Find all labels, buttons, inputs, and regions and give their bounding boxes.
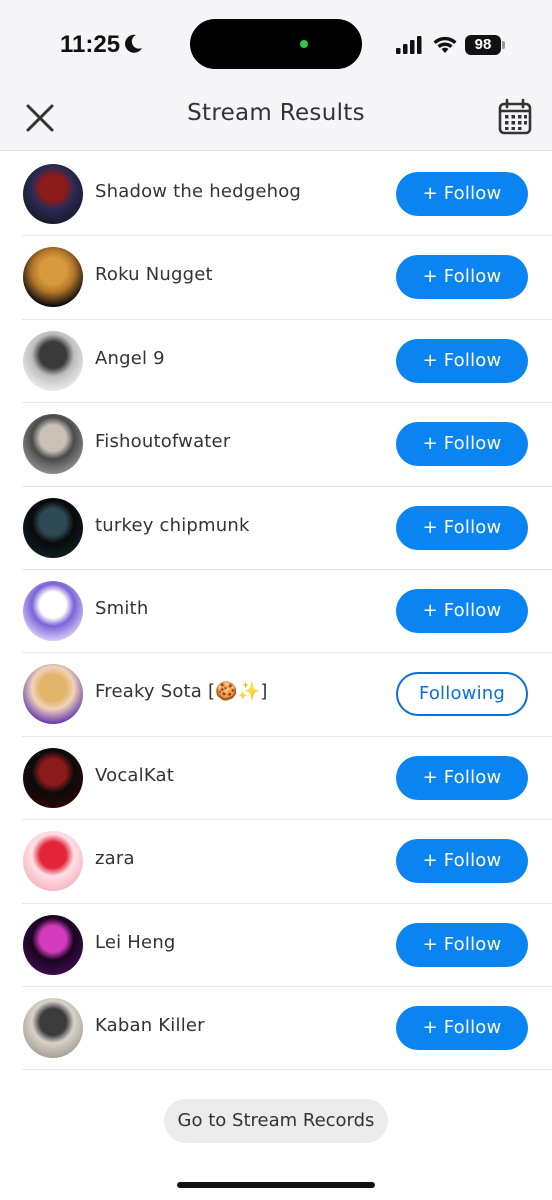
user-row[interactable]: VocalKat + Follow: [22, 737, 552, 821]
user-row[interactable]: Fishoutofwater + Follow: [22, 403, 552, 487]
follow-button[interactable]: + Follow: [396, 755, 528, 800]
user-name[interactable]: Smith: [95, 598, 148, 619]
user-name[interactable]: zara: [95, 848, 135, 869]
user-row[interactable]: Shadow the hedgehog + Follow: [22, 153, 552, 237]
dynamic-island: [190, 19, 362, 69]
avatar[interactable]: [23, 414, 83, 475]
page-title: Stream Results: [187, 100, 365, 126]
follow-button[interactable]: + Follow: [396, 505, 528, 550]
user-row[interactable]: Roku Nugget + Follow: [22, 236, 552, 320]
user-name[interactable]: Angel 9: [95, 348, 165, 369]
user-name[interactable]: Lei Heng: [95, 932, 176, 953]
go-to-stream-records-button[interactable]: Go to Stream Records: [164, 1099, 388, 1143]
wifi-icon: [433, 36, 457, 53]
home-indicator: [177, 1182, 375, 1188]
avatar[interactable]: [23, 831, 83, 892]
user-name[interactable]: Shadow the hedgehog: [95, 181, 301, 202]
avatar[interactable]: [23, 164, 83, 224]
user-row[interactable]: Kaban Killer + Follow: [22, 987, 552, 1071]
user-row[interactable]: turkey chipmunk + Follow: [22, 487, 552, 570]
follow-button[interactable]: + Follow: [396, 172, 528, 216]
moon-icon: [125, 34, 142, 53]
follow-button[interactable]: + Follow: [396, 839, 528, 884]
avatar[interactable]: [23, 664, 83, 725]
avatar[interactable]: [23, 330, 83, 391]
follow-button[interactable]: + Follow: [396, 922, 528, 967]
avatar[interactable]: [23, 914, 83, 975]
user-row[interactable]: zara + Follow: [22, 820, 552, 904]
user-name[interactable]: Freaky Sota [🍪✨]: [95, 681, 268, 702]
user-row[interactable]: Lei Heng + Follow: [22, 904, 552, 987]
user-list: Shadow the hedgehog + Follow Roku Nugget + …: [0, 153, 552, 1071]
status-time: 11:25: [60, 31, 121, 58]
user-name[interactable]: turkey chipmunk: [95, 515, 250, 536]
follow-button[interactable]: + Follow: [396, 422, 528, 467]
user-name[interactable]: Roku Nugget: [95, 264, 213, 285]
avatar[interactable]: [23, 247, 83, 308]
follow-button[interactable]: + Follow: [396, 1005, 528, 1050]
avatar[interactable]: [23, 997, 83, 1058]
avatar[interactable]: [23, 580, 83, 641]
user-row[interactable]: Angel 9 + Follow: [22, 320, 552, 404]
cellular-signal-icon: [396, 36, 422, 54]
follow-button[interactable]: + Follow: [396, 255, 528, 300]
top-bar: 11:25 98 Stream Results: [0, 0, 552, 151]
user-name[interactable]: Fishoutofwater: [95, 431, 230, 452]
battery-tip: [502, 41, 505, 49]
user-row[interactable]: Smith + Follow: [22, 570, 552, 654]
user-name[interactable]: Kaban Killer: [95, 1015, 205, 1036]
avatar[interactable]: [23, 747, 83, 808]
follow-button[interactable]: + Follow: [396, 588, 528, 633]
user-name[interactable]: VocalKat: [95, 765, 174, 786]
user-row[interactable]: Freaky Sota [🍪✨] Following: [22, 653, 552, 737]
following-button[interactable]: Following: [396, 672, 528, 717]
battery-level: 98: [465, 35, 501, 55]
follow-button[interactable]: + Follow: [396, 338, 528, 383]
calendar-icon[interactable]: [497, 98, 533, 136]
avatar[interactable]: [23, 497, 83, 558]
camera-indicator-dot: [300, 40, 308, 48]
